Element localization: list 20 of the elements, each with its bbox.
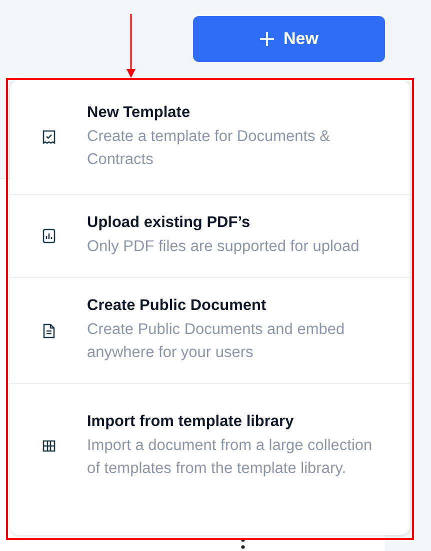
plus-icon xyxy=(260,32,274,46)
new-button[interactable]: New xyxy=(193,16,385,62)
menu-item[interactable]: Import from template library Import a document from a large collection of templates from the template library. xyxy=(10,384,410,508)
grid-icon xyxy=(40,438,56,454)
menu-item-description: Create Public Documents and embed anywhere for your users xyxy=(87,320,346,363)
menu-item-title: Create Public Document xyxy=(87,297,268,315)
menu-item-title: New Template xyxy=(87,104,192,122)
more-icon[interactable] xyxy=(241,537,245,551)
menu-item-description: Create a template for Documents & Contracts xyxy=(87,126,331,170)
menu-item-description: Import a document from a large collection of templates from the template library. xyxy=(87,436,374,478)
menu-item[interactable]: Create Public Document Create Public Documents and embed anywhere for your users xyxy=(10,278,410,384)
menu-item[interactable]: New Template Create a template for Documents & Contracts xyxy=(10,80,410,195)
document-icon xyxy=(40,322,56,338)
receipt-check-icon xyxy=(40,129,56,145)
menu-item-title: Import from template library xyxy=(87,412,295,430)
chart-document-icon xyxy=(40,228,56,244)
menu-item-description: Only PDF files are supported for upload xyxy=(87,237,360,257)
annotation-arrow xyxy=(126,14,136,78)
menu-item[interactable]: Upload existing PDF’s Only PDF files are supported for upload xyxy=(10,195,410,278)
menu-item-title: Upload existing PDF’s xyxy=(87,214,252,232)
